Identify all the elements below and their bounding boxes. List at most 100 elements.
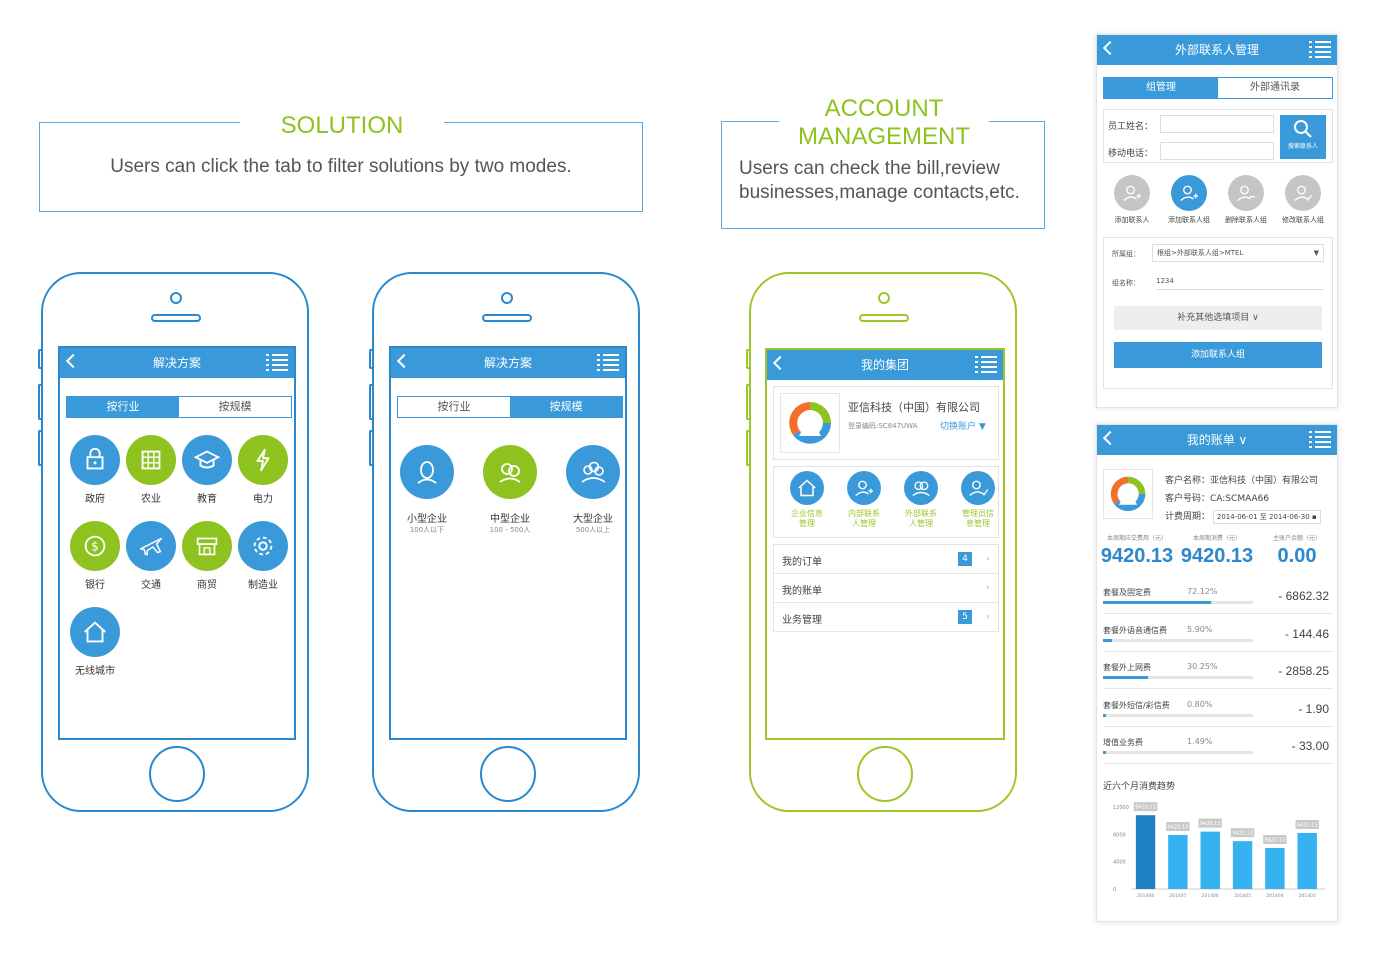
contact-action-3[interactable]: 修改联系人组 bbox=[1274, 173, 1332, 229]
industry-button-0[interactable] bbox=[70, 435, 120, 485]
scale-button-0[interactable] bbox=[400, 445, 454, 499]
chart-bar-label: 9420.13 bbox=[1135, 805, 1156, 811]
contact-action-1[interactable]: 添加联系人组 bbox=[1160, 173, 1218, 229]
switch-account-link[interactable]: 切换账户 ▼ bbox=[940, 419, 986, 432]
chart-bar[interactable] bbox=[1135, 815, 1156, 889]
group-action-0[interactable]: 企业信息 管理 bbox=[782, 471, 832, 535]
back-arrow-icon[interactable] bbox=[65, 353, 81, 369]
back-arrow-icon[interactable] bbox=[772, 355, 788, 371]
login-code: 登录编码:SC847UWA bbox=[848, 422, 918, 430]
group-action-3[interactable]: 管理员信 息管理 bbox=[953, 471, 1003, 535]
industry-button-1[interactable] bbox=[126, 435, 176, 485]
tab-address-book[interactable]: 外部通讯录 bbox=[1218, 78, 1332, 98]
group-select[interactable]: 根组>外部联系人组>MTEL ▼ bbox=[1152, 244, 1324, 262]
home-button[interactable] bbox=[480, 746, 536, 802]
industry-button-3[interactable] bbox=[238, 435, 288, 485]
group-action-icon bbox=[790, 471, 824, 505]
chart-x-tick: 201407 bbox=[1169, 893, 1186, 899]
group-action-line2: 息管理 bbox=[966, 519, 990, 528]
tab-industry[interactable]: 按行业 bbox=[398, 397, 510, 417]
contact-action-2[interactable]: 删除联系人组 bbox=[1217, 173, 1275, 229]
industry-button-7[interactable] bbox=[238, 521, 288, 571]
nav-title[interactable]: 我的账单 ∨ bbox=[1187, 433, 1248, 447]
search-area: 员工姓名： 移动电话： 搜索联系人 bbox=[1103, 109, 1333, 163]
scale-button-1[interactable] bbox=[483, 445, 537, 499]
nav-title: 解决方案 bbox=[152, 356, 201, 370]
group-action-line1: 外部联系 bbox=[905, 509, 937, 518]
tab-industry[interactable]: 按行业 bbox=[67, 397, 179, 417]
company-logo-icon bbox=[789, 402, 831, 444]
code-row: 客户号码：CA:SCMAA66 bbox=[1165, 491, 1269, 504]
scale-button-2[interactable] bbox=[566, 445, 620, 499]
group-action-icon bbox=[904, 471, 938, 505]
list-menu-icon[interactable] bbox=[975, 356, 997, 374]
menu-row-label: 业务管理 bbox=[782, 615, 822, 626]
industry-button-8[interactable] bbox=[70, 607, 120, 657]
bill-item-row[interactable]: 套餐外语音通信费 5.90% - 144.46 bbox=[1103, 615, 1333, 652]
bill-item-name: 套餐外语音通信费 bbox=[1103, 625, 1167, 635]
count-badge: 5 bbox=[958, 610, 972, 624]
search-contact-button[interactable]: 搜索联系人 bbox=[1280, 115, 1326, 159]
menu-row-1[interactable]: 我的账单 › bbox=[774, 574, 998, 603]
bill-stat-label: 主账户余额（元） bbox=[1272, 535, 1321, 542]
industry-button-5[interactable] bbox=[126, 521, 176, 571]
back-arrow-icon[interactable] bbox=[396, 353, 412, 369]
group-menu-list: 我的订单 4 › 我的账单 › 业务管理 5 › bbox=[773, 544, 999, 632]
chart-bar[interactable] bbox=[1265, 848, 1285, 889]
industry-button-2[interactable] bbox=[182, 435, 232, 485]
phone-screen: 解决方案 按行业 按规模 小型企业 100人以下 中型企业 100 - 500人 大型企… bbox=[389, 346, 627, 740]
add-group-button[interactable]: 添加联系人组 bbox=[1114, 342, 1322, 368]
home-button[interactable] bbox=[149, 746, 205, 802]
home-button[interactable] bbox=[857, 746, 913, 802]
list-menu-icon[interactable] bbox=[1309, 41, 1331, 59]
tab-group-manage[interactable]: 组管理 bbox=[1104, 78, 1218, 98]
scale-range: 500人以上 bbox=[575, 526, 611, 534]
bill-item-row[interactable]: 套餐外短信/彩信费 0.80% - 1.90 bbox=[1103, 690, 1333, 727]
bill-item-percent: 0.80% bbox=[1187, 699, 1213, 709]
contact-action-0[interactable]: 添加联系人 bbox=[1103, 173, 1161, 229]
industry-button-6[interactable] bbox=[182, 521, 232, 571]
group-action-line1: 内部联系 bbox=[848, 509, 880, 518]
phone-side-button bbox=[746, 430, 750, 466]
phone-camera bbox=[501, 292, 513, 304]
period-select[interactable]: 2014-06-01 至 2014-06-30 ▪ bbox=[1212, 510, 1321, 524]
bill-item-row[interactable]: 套餐及固定费 72.12% - 6862.32 bbox=[1103, 577, 1333, 614]
customer-code: CA:SCMAA66 bbox=[1210, 494, 1270, 504]
list-menu-icon[interactable] bbox=[597, 354, 619, 372]
account-title-line1: ACCOUNT bbox=[824, 95, 944, 122]
filter-tabs: 按行业 按规模 bbox=[66, 396, 292, 418]
external-contacts-screen: 外部联系人管理 组管理 外部通讯录 员工姓名： 移动电话： 搜索联系人 添加联系… bbox=[1096, 34, 1338, 408]
contact-action-label: 添加联系人组 bbox=[1168, 216, 1210, 224]
name-input[interactable] bbox=[1160, 115, 1274, 133]
back-arrow-icon[interactable] bbox=[1102, 430, 1118, 446]
menu-row-0[interactable]: 我的订单 4 › bbox=[774, 545, 998, 574]
phone-speaker bbox=[859, 314, 909, 322]
more-options-button[interactable]: 补充其他选填项目 ∨ bbox=[1114, 306, 1322, 330]
contact-actions: 添加联系人 添加联系人组 删除联系人组 修改联系人组 bbox=[1103, 173, 1333, 229]
phone-input[interactable] bbox=[1160, 142, 1274, 160]
chart-bar[interactable] bbox=[1168, 835, 1188, 889]
phone-side-button bbox=[38, 349, 42, 369]
account-title-line2: MANAGEMENT bbox=[797, 123, 970, 150]
group-action-1[interactable]: 内部联系 人管理 bbox=[839, 471, 889, 535]
chart-y-tick: 4000 bbox=[1113, 860, 1126, 866]
group-action-2[interactable]: 外部联系 人管理 bbox=[896, 471, 946, 535]
back-arrow-icon[interactable] bbox=[1102, 40, 1118, 56]
chart-bar[interactable] bbox=[1200, 831, 1220, 889]
bill-item-row[interactable]: 增值业务费 1.49% - 33.00 bbox=[1103, 727, 1333, 764]
group-name-input[interactable]: 1234 bbox=[1156, 272, 1324, 290]
period-row: 计费周期： 2014-06-01 至 2014-06-30 ▪ bbox=[1165, 509, 1321, 524]
chart-bar[interactable] bbox=[1297, 832, 1317, 889]
tab-scale[interactable]: 按规模 bbox=[510, 397, 622, 417]
tab-scale[interactable]: 按规模 bbox=[179, 397, 291, 417]
bill-items: 套餐及固定费 72.12% - 6862.32 套餐外语音通信费 5.90% - 144.… bbox=[1097, 577, 1339, 767]
company-logo bbox=[780, 393, 840, 453]
list-menu-icon[interactable] bbox=[1309, 431, 1331, 449]
industry-button-4[interactable]: $ bbox=[70, 521, 120, 571]
bill-item-row[interactable]: 套餐外上网费 30.25% - 2858.25 bbox=[1103, 652, 1333, 689]
chart-bar[interactable] bbox=[1232, 841, 1253, 889]
customer-label: 客户名称： bbox=[1165, 476, 1211, 486]
menu-row-2[interactable]: 业务管理 5 › bbox=[774, 603, 998, 632]
list-menu-icon[interactable] bbox=[266, 354, 288, 372]
graduation-cap-icon bbox=[193, 450, 221, 469]
